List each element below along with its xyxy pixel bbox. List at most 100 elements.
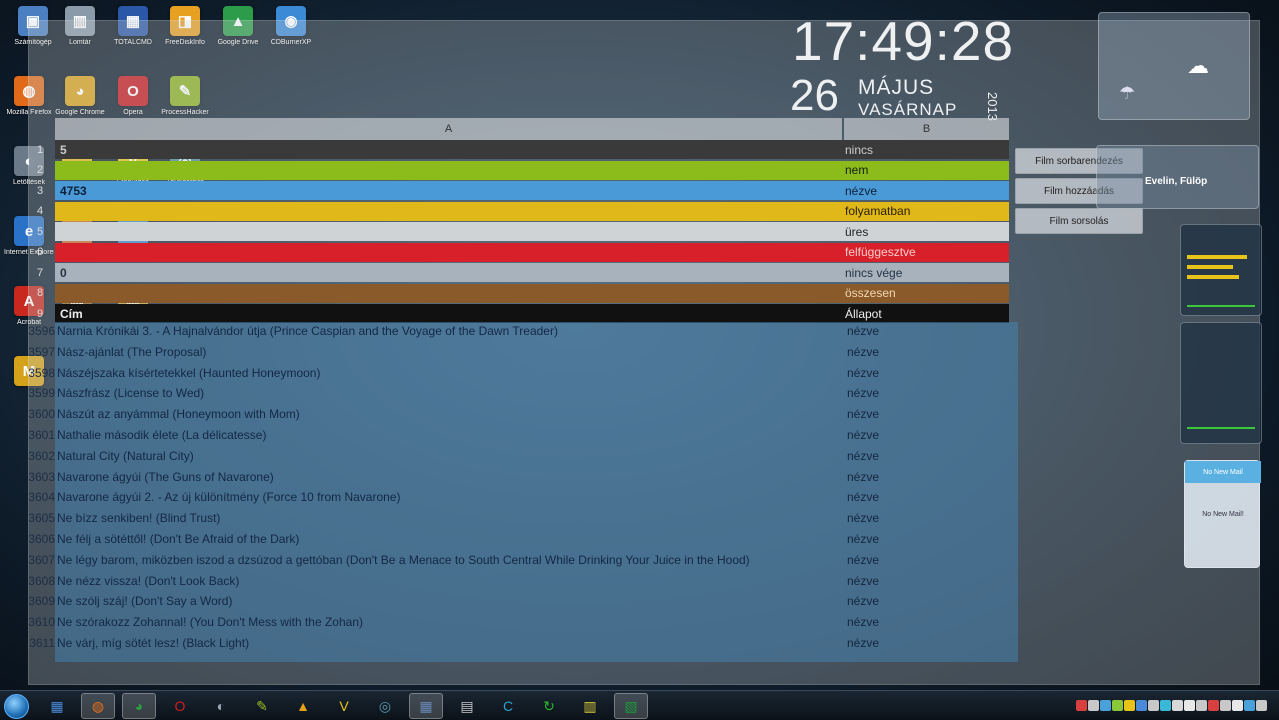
movie-title: Nathalie második élete (La délicatesse) [57, 428, 267, 442]
tray-icon[interactable] [1124, 700, 1135, 711]
movie-title: Ne szórakozz Zohannal! (You Don't Mess w… [57, 615, 363, 630]
taskbar-app-icon[interactable]: V [327, 693, 361, 719]
row-id: 3597 [28, 344, 55, 359]
movie-status: nézve [847, 594, 880, 609]
taskbar-app-icon[interactable]: ↻ [532, 693, 566, 719]
tray-icon[interactable] [1244, 700, 1255, 711]
taskbar-app-icon[interactable]: ▥ [573, 693, 607, 719]
tray-icon[interactable] [1172, 700, 1183, 711]
table-row[interactable]: 3606 Ne félj a sötéttől! (Don't Be Afraid… [28, 532, 1009, 552]
random-movie-button[interactable]: Film sorsolás [1015, 208, 1143, 234]
movie-status: nézve [847, 428, 880, 442]
column-header-a[interactable]: A [55, 118, 842, 140]
tray-icon[interactable] [1112, 700, 1123, 711]
legend-status: Állapot [845, 306, 882, 321]
tray-icon[interactable] [1076, 700, 1087, 711]
table-row[interactable]: 3607 Ne légy barom, miközben iszod a dzsú… [28, 553, 1009, 573]
start-button[interactable] [4, 694, 29, 719]
tray-icon[interactable] [1100, 700, 1111, 711]
table-row[interactable]: 3596 Narnia Krónikái 3. - A Hajnalvándor … [28, 324, 1009, 344]
table-row[interactable]: 3601 Nathalie második élete (La délicates… [28, 428, 1009, 448]
tray-icon[interactable] [1256, 700, 1267, 711]
table-row[interactable]: 3605 Ne bízz senkiben! (Blind Trust) nézve [28, 511, 1009, 531]
tray-icon[interactable] [1136, 700, 1147, 711]
tray-icon[interactable] [1196, 700, 1207, 711]
taskbar-app-icon[interactable]: O [163, 693, 197, 719]
row-id: 3598 [28, 365, 55, 380]
movie-title: Nászfrász (License to Wed) [57, 386, 205, 401]
row-number: 1 [36, 143, 44, 156]
row-id: 3602 [28, 448, 55, 463]
tray-icon[interactable] [1088, 700, 1099, 711]
legend-row[interactable]: 8 összesen [37, 283, 1009, 303]
taskbar-app-icon[interactable]: ▲ [286, 693, 320, 719]
network-meter-gadget[interactable] [1180, 322, 1262, 444]
table-row[interactable]: 3610 Ne szórakozz Zohannal! (You Don't Me… [28, 615, 1009, 635]
legend-status: nincs [845, 142, 874, 157]
table-row[interactable]: 3598 Nászéjszaka kísértetekkel (Haunted H… [28, 365, 1009, 386]
tray-icon[interactable] [1208, 700, 1219, 711]
legend-row[interactable]: 7 0 nincs vége [37, 263, 1009, 282]
legend-row[interactable]: 9 Cím Állapot [37, 304, 1009, 323]
taskbar-app-icon[interactable]: ◐ [204, 693, 238, 719]
taskbar-app-icon[interactable]: ▦ [40, 693, 74, 719]
legend-row[interactable]: 2 nem [37, 160, 1009, 180]
movie-status: nézve [847, 615, 880, 630]
cpu-meter-gadget[interactable] [1180, 224, 1262, 316]
table-row[interactable]: 3600 Nászút az anyámmal (Honeymoon with M… [28, 407, 1009, 427]
tray-icon[interactable] [1160, 700, 1171, 711]
tray-icon[interactable] [1232, 700, 1243, 711]
row-id: 3611 [29, 636, 55, 650]
taskbar-app-icon[interactable]: ✎ [245, 693, 279, 719]
cpu-bar [1187, 265, 1233, 269]
legend-status: felfüggesztve [845, 245, 916, 259]
movie-status: nézve [847, 324, 880, 338]
movie-title: Nászéjszaka kísértetekkel (Haunted Honey… [57, 365, 321, 380]
table-row[interactable]: 3609 Ne szólj száj! (Don't Say a Word) néz… [28, 594, 1009, 614]
weather-gadget[interactable]: ☁ ☂ [1098, 12, 1250, 120]
legend-row[interactable]: 4 folyamatban [37, 201, 1009, 221]
taskbar-app-icon[interactable]: ▧ [614, 693, 648, 719]
legend-value: 5 [60, 142, 67, 157]
table-row[interactable]: 3602 Natural City (Natural City) nézve [28, 448, 1009, 469]
legend-row[interactable]: 6 felfüggesztve [37, 242, 1009, 262]
row-id: 3600 [28, 407, 55, 422]
movie-status: nézve [847, 469, 880, 484]
movie-status: nézve [847, 448, 880, 463]
legend-row[interactable]: 3 4753 nézve [37, 181, 1009, 200]
table-row[interactable]: 3604 Navarone ágyúi 2. - Az új különítmén… [28, 490, 1009, 510]
legend-row[interactable]: 1 5 nincs [37, 140, 1009, 159]
taskbar-app-icon[interactable]: ▦ [409, 693, 443, 719]
movie-status: nézve [847, 365, 880, 380]
legend-row[interactable]: 5 üres [37, 222, 1009, 241]
legend-value: 0 [60, 265, 67, 280]
table-row[interactable]: 3597 Nász-ajánlat (The Proposal) nézve [28, 345, 1009, 365]
table-row[interactable]: 3611 Ne várj, míg sötét lesz! (Black Ligh… [29, 636, 1009, 656]
spreadsheet[interactable]: A B 1 5 nincs 2 nem 3 4753 nézve 4 folyamatban 5 ür… [28, 118, 1240, 666]
mail-gadget[interactable]: No New Mail No New Mail! [1184, 460, 1261, 568]
taskbar-app-icon[interactable]: C [491, 693, 525, 719]
taskbar-app-icon[interactable]: ▤ [450, 693, 484, 719]
taskbar-app-icon[interactable]: ◕ [122, 693, 156, 719]
taskbar-app-icon[interactable]: ◎ [368, 693, 402, 719]
taskbar-app-icon[interactable]: ◍ [81, 693, 115, 719]
row-id: 3604 [28, 490, 55, 505]
table-row[interactable]: 3608 Ne nézz vissza! (Don't Look Back) néz… [28, 574, 1009, 594]
movie-title: Ne várj, míg sötét lesz! (Black Light) [57, 636, 250, 650]
movie-title: Ne félj a sötéttől! (Don't Be Afraid of … [57, 532, 300, 546]
column-header-b[interactable]: B [844, 118, 1009, 140]
movie-status: nézve [847, 511, 880, 526]
movie-status: nézve [847, 532, 880, 546]
row-number: 2 [36, 164, 44, 176]
legend-value: Cím [60, 306, 83, 321]
contact-name: Evelin, Fülöp [1145, 176, 1208, 187]
table-row[interactable]: 3599 Nászfrász (License to Wed) nézve [28, 386, 1009, 406]
tray-icon[interactable] [1148, 700, 1159, 711]
table-row[interactable]: 3603 Navarone ágyúi (The Guns of Navarone… [28, 469, 1009, 490]
movie-status: nézve [847, 386, 880, 401]
tray-icon[interactable] [1220, 700, 1231, 711]
contact-gadget[interactable]: Evelin, Fülöp [1096, 145, 1259, 209]
movie-status: nézve [847, 407, 880, 422]
legend-status: összesen [845, 286, 896, 300]
tray-icon[interactable] [1184, 700, 1195, 711]
